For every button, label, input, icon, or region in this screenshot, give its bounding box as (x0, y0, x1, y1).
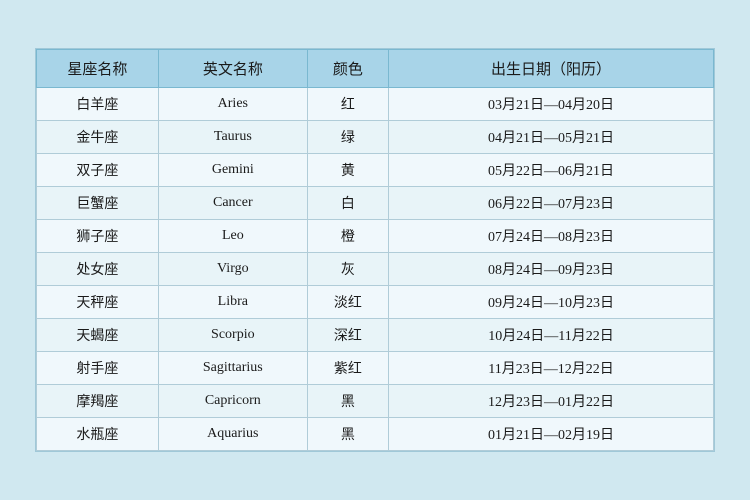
cell-zh-name: 处女座 (37, 253, 159, 286)
cell-date: 12月23日—01月22日 (389, 385, 714, 418)
cell-en-name: Taurus (158, 121, 307, 154)
cell-zh-name: 巨蟹座 (37, 187, 159, 220)
table-row: 射手座Sagittarius紫红11月23日—12月22日 (37, 352, 714, 385)
cell-zh-name: 双子座 (37, 154, 159, 187)
cell-en-name: Libra (158, 286, 307, 319)
cell-color: 黑 (307, 418, 388, 451)
cell-zh-name: 摩羯座 (37, 385, 159, 418)
cell-date: 03月21日—04月20日 (389, 88, 714, 121)
cell-zh-name: 金牛座 (37, 121, 159, 154)
cell-color: 红 (307, 88, 388, 121)
table-row: 金牛座Taurus绿04月21日—05月21日 (37, 121, 714, 154)
cell-color: 白 (307, 187, 388, 220)
cell-date: 01月21日—02月19日 (389, 418, 714, 451)
cell-color: 紫红 (307, 352, 388, 385)
cell-date: 10月24日—11月22日 (389, 319, 714, 352)
cell-date: 04月21日—05月21日 (389, 121, 714, 154)
header-zh-name: 星座名称 (37, 50, 159, 88)
table-row: 天蝎座Scorpio深红10月24日—11月22日 (37, 319, 714, 352)
cell-date: 11月23日—12月22日 (389, 352, 714, 385)
cell-en-name: Capricorn (158, 385, 307, 418)
cell-color: 深红 (307, 319, 388, 352)
zodiac-table-container: 星座名称 英文名称 颜色 出生日期（阳历） 白羊座Aries红03月21日—04… (35, 48, 715, 452)
cell-zh-name: 天秤座 (37, 286, 159, 319)
cell-en-name: Aries (158, 88, 307, 121)
cell-zh-name: 狮子座 (37, 220, 159, 253)
cell-date: 09月24日—10月23日 (389, 286, 714, 319)
header-color: 颜色 (307, 50, 388, 88)
table-row: 天秤座Libra淡红09月24日—10月23日 (37, 286, 714, 319)
cell-color: 灰 (307, 253, 388, 286)
table-row: 双子座Gemini黄05月22日—06月21日 (37, 154, 714, 187)
cell-date: 05月22日—06月21日 (389, 154, 714, 187)
cell-color: 淡红 (307, 286, 388, 319)
cell-color: 橙 (307, 220, 388, 253)
header-birthdate: 出生日期（阳历） (389, 50, 714, 88)
cell-zh-name: 水瓶座 (37, 418, 159, 451)
cell-zh-name: 白羊座 (37, 88, 159, 121)
table-row: 处女座Virgo灰08月24日—09月23日 (37, 253, 714, 286)
table-row: 白羊座Aries红03月21日—04月20日 (37, 88, 714, 121)
zodiac-table: 星座名称 英文名称 颜色 出生日期（阳历） 白羊座Aries红03月21日—04… (36, 49, 714, 451)
cell-en-name: Aquarius (158, 418, 307, 451)
table-row: 水瓶座Aquarius黑01月21日—02月19日 (37, 418, 714, 451)
cell-color: 黑 (307, 385, 388, 418)
cell-date: 06月22日—07月23日 (389, 187, 714, 220)
table-row: 巨蟹座Cancer白06月22日—07月23日 (37, 187, 714, 220)
cell-date: 07月24日—08月23日 (389, 220, 714, 253)
cell-en-name: Virgo (158, 253, 307, 286)
cell-color: 黄 (307, 154, 388, 187)
cell-en-name: Cancer (158, 187, 307, 220)
header-en-name: 英文名称 (158, 50, 307, 88)
cell-zh-name: 射手座 (37, 352, 159, 385)
table-row: 狮子座Leo橙07月24日—08月23日 (37, 220, 714, 253)
cell-en-name: Leo (158, 220, 307, 253)
cell-en-name: Scorpio (158, 319, 307, 352)
cell-en-name: Sagittarius (158, 352, 307, 385)
cell-en-name: Gemini (158, 154, 307, 187)
table-row: 摩羯座Capricorn黑12月23日—01月22日 (37, 385, 714, 418)
cell-color: 绿 (307, 121, 388, 154)
table-header-row: 星座名称 英文名称 颜色 出生日期（阳历） (37, 50, 714, 88)
cell-date: 08月24日—09月23日 (389, 253, 714, 286)
cell-zh-name: 天蝎座 (37, 319, 159, 352)
